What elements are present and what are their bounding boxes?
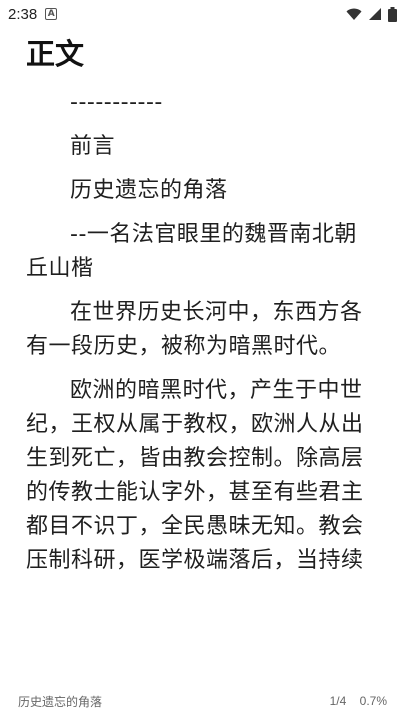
battery-icon xyxy=(388,6,397,22)
reader-footer: 历史遗忘的角落 1/4 0.7% xyxy=(0,682,405,720)
footer-page: 1/4 xyxy=(329,694,347,708)
paragraph-separator: ----------- xyxy=(70,90,163,115)
status-left: 2:38 A xyxy=(8,5,58,23)
status-right xyxy=(346,6,397,22)
signal-icon xyxy=(369,8,381,20)
paragraph-book-title: 历史遗忘的角落 xyxy=(70,178,228,203)
reader-content[interactable]: 正文 ----------- 前言 历史遗忘的角落 --一名法官眼里的魏晋南北朝… xyxy=(0,28,405,682)
footer-book-title: 历史遗忘的角落 xyxy=(18,694,103,709)
status-time: 2:38 xyxy=(8,5,38,23)
wifi-icon xyxy=(346,8,362,20)
footer-progress-group: 1/4 0.7% xyxy=(320,694,387,708)
paragraph-preface: 前言 xyxy=(70,134,116,159)
notification-a-icon: A xyxy=(45,8,58,20)
paragraph-intro: 在世界历史长河中，东西方各有一段历史，被称为暗黑时代。 xyxy=(26,300,363,359)
paragraph-subtitle: --一名法官眼里的魏晋南北朝 丘山楷 xyxy=(26,222,357,281)
chapter-title: 正文 xyxy=(26,37,85,71)
status-bar: 2:38 A xyxy=(0,0,405,28)
footer-progress: 0.7% xyxy=(359,694,387,708)
paragraph-europe: 欧洲的暗黑时代，产生于中世纪，王权从属于教权，欧洲人从出生到死亡，皆由教会控制。… xyxy=(26,378,364,573)
